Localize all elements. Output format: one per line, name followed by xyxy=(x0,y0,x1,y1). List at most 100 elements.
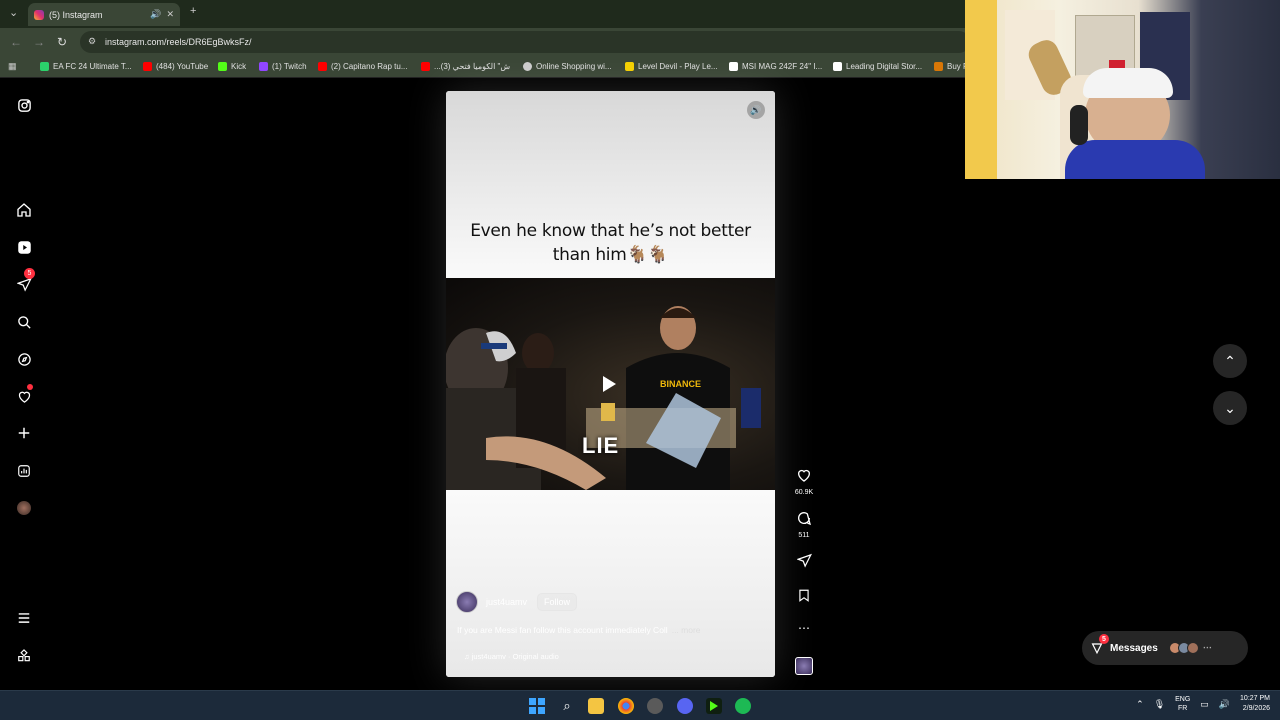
bookmark-item[interactable]: Buy R xyxy=(934,62,969,71)
site-info-icon[interactable]: ⚙ xyxy=(88,36,96,47)
terminal-icon[interactable] xyxy=(706,698,722,714)
webcam-person-body xyxy=(1065,140,1205,179)
heart-icon[interactable] xyxy=(14,384,34,406)
bookmark-item[interactable]: Level Devil - Play Le... xyxy=(625,62,718,71)
twitch-icon xyxy=(259,62,268,71)
reel-video[interactable]: BINANCE LIE xyxy=(446,278,775,490)
volume-icon[interactable]: 🔊 xyxy=(1219,699,1230,710)
instagram-logo-icon[interactable] xyxy=(14,95,34,115)
windows-start-icon[interactable] xyxy=(529,698,545,714)
author-row: just4uamv Follow xyxy=(456,591,578,613)
reel-player[interactable]: Even he know that he’s not better than h… xyxy=(446,91,775,677)
menu-icon[interactable] xyxy=(14,608,34,628)
close-tab-icon[interactable]: ✕ xyxy=(166,9,174,20)
direct-icon: ▽ 5 xyxy=(1092,634,1109,656)
reel-caption: Even he know that he’s not better than h… xyxy=(466,219,755,267)
clock[interactable]: 10:27 PM 2/9/2026 xyxy=(1240,694,1270,714)
browser-tab[interactable]: (5) Instagram 🔊 ✕ xyxy=(28,3,180,26)
reels-icon[interactable] xyxy=(14,237,34,257)
chevron-up-icon: ⌃ xyxy=(1224,352,1236,369)
apps-grid-icon[interactable]: ▦ xyxy=(8,61,17,72)
microphone-icon[interactable]: 🎙 xyxy=(1154,699,1165,710)
more-options-icon[interactable]: ⋯ xyxy=(794,621,814,635)
home-icon[interactable] xyxy=(14,200,34,220)
author-username[interactable]: just4uamv xyxy=(486,597,527,607)
comment-count: 511 xyxy=(798,532,810,539)
notifications-badge: 5 xyxy=(24,268,35,279)
follow-button[interactable]: Follow xyxy=(537,593,578,611)
chevron-down-icon: ⌄ xyxy=(1224,399,1236,416)
webcam-cap xyxy=(1083,68,1173,98)
author-avatar[interactable] xyxy=(456,591,478,613)
messages-badge: 5 xyxy=(1099,634,1109,644)
more-icon: ⋯ xyxy=(1202,642,1212,652)
shirt-logo-text: BINANCE xyxy=(660,379,702,389)
speaker-icon[interactable]: 🔊 xyxy=(150,9,161,20)
reel-caption-line: than him🐐🐐 xyxy=(552,245,669,265)
comment-icon xyxy=(798,512,811,526)
audio-thumbnail[interactable] xyxy=(795,657,813,675)
save-button[interactable] xyxy=(794,588,814,607)
direct-icon[interactable]: 5 xyxy=(14,268,35,294)
youtube-icon xyxy=(421,62,430,71)
like-button[interactable]: 60.9K xyxy=(794,467,814,496)
url-field[interactable]: ⚙ instagram.com/reels/DR6EgBwksFz/ xyxy=(80,31,970,53)
create-icon[interactable] xyxy=(14,423,34,443)
search-icon[interactable] xyxy=(14,312,34,332)
share-button[interactable] xyxy=(794,553,814,572)
bookmark-item[interactable]: (2) Capitano Rap tu... xyxy=(318,62,407,71)
bookmark-item[interactable]: Kick xyxy=(218,62,246,71)
dashboard-icon[interactable] xyxy=(14,461,34,481)
avatar xyxy=(1186,642,1199,654)
reel-info-area xyxy=(446,490,775,677)
reel-description: If you are Messi fan follow this account… xyxy=(457,625,701,635)
bookmark-favicon-icon xyxy=(40,62,49,71)
bookmark-item[interactable]: ...ش" الكوميا فتحي (3) xyxy=(421,62,510,71)
language-indicator[interactable]: ENG FR xyxy=(1175,695,1190,713)
bookmark-item[interactable]: Leading Digital Stor... xyxy=(833,62,922,71)
reel-audio[interactable]: ♫ just4uamv · Original audio xyxy=(464,652,559,661)
back-icon[interactable]: ← xyxy=(10,35,22,49)
search-icon[interactable]: ⌕ xyxy=(559,698,575,714)
more-link[interactable]: ... more xyxy=(672,625,701,635)
reel-description-text: If you are Messi fan follow this account… xyxy=(457,625,668,635)
bookmark-icon xyxy=(799,589,809,602)
messages-button[interactable]: ▽ 5 Messages ⋯ xyxy=(1082,631,1248,665)
level-devil-icon xyxy=(625,62,634,71)
chrome-icon[interactable] xyxy=(618,698,634,714)
new-tab-button[interactable]: + xyxy=(190,5,196,17)
comment-button[interactable]: 511 xyxy=(794,510,814,539)
spotify-icon[interactable] xyxy=(735,698,751,714)
instagram-sidebar: 5 xyxy=(0,78,48,690)
app-icon[interactable] xyxy=(647,698,663,714)
profile-avatar[interactable] xyxy=(14,498,34,518)
youtube-icon xyxy=(143,62,152,71)
bookmark-item[interactable]: (484) YouTube xyxy=(143,62,208,71)
reload-icon[interactable]: ↻ xyxy=(57,35,67,49)
forward-icon[interactable]: → xyxy=(33,35,45,49)
webcam-wall xyxy=(965,0,997,179)
previous-reel-button[interactable]: ⌃ xyxy=(1213,344,1247,378)
tab-list-icon[interactable]: ⌄ xyxy=(9,6,18,19)
reel-caption-area: Even he know that he’s not better than h… xyxy=(446,91,775,278)
play-icon[interactable] xyxy=(603,376,616,392)
bookmark-item[interactable]: Online Shopping wi... xyxy=(523,62,612,71)
file-explorer-icon[interactable] xyxy=(588,698,604,714)
kick-icon xyxy=(218,62,227,71)
sound-toggle-icon[interactable]: 🔊 xyxy=(747,101,765,119)
messages-label: Messages xyxy=(1110,642,1158,654)
network-icon[interactable]: ▭ xyxy=(1200,699,1209,710)
chevron-up-icon[interactable]: ⌃ xyxy=(1136,699,1144,710)
message-avatars: ⋯ xyxy=(1168,642,1212,654)
bookmark-item[interactable]: (1) Twitch xyxy=(259,62,307,71)
url-text: instagram.com/reels/DR6EgBwksFz/ xyxy=(105,37,252,47)
next-reel-button[interactable]: ⌄ xyxy=(1213,391,1247,425)
explore-icon[interactable] xyxy=(14,349,34,369)
bookmark-item[interactable]: MSI MAG 242F 24" I... xyxy=(729,62,822,71)
discord-icon[interactable] xyxy=(677,698,693,714)
bookmark-item[interactable]: EA FC 24 Ultimate T... xyxy=(40,62,132,71)
reel-caption-line: Even he know that he’s not better xyxy=(470,221,751,241)
more-icon[interactable] xyxy=(14,646,34,666)
youtube-icon xyxy=(318,62,327,71)
video-overlay-text: LIE xyxy=(582,433,620,458)
